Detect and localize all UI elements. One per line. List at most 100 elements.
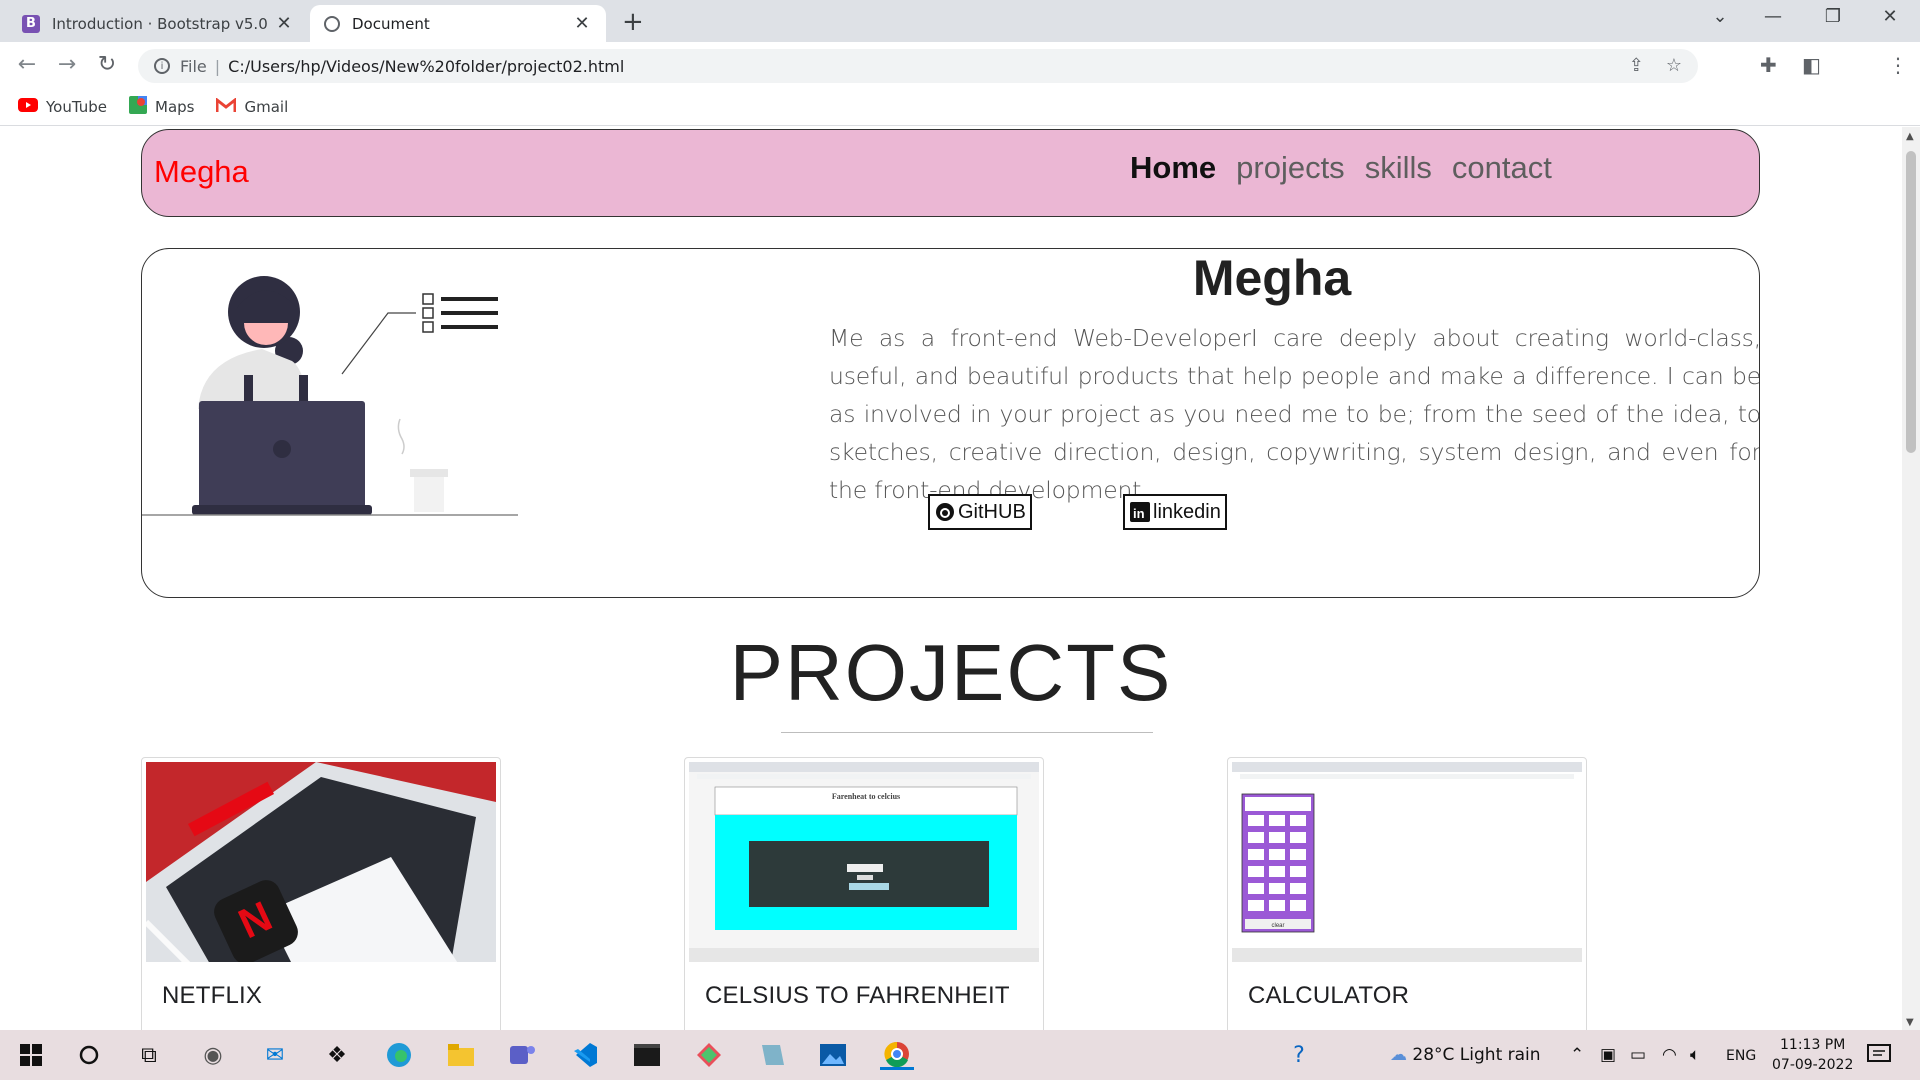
close-icon[interactable]: ✕: [572, 13, 592, 34]
menu-icon[interactable]: ⋮: [1888, 53, 1908, 77]
nav-skills[interactable]: skills: [1365, 150, 1432, 186]
hero-name: Megha: [1192, 250, 1352, 306]
calculator-key: [1290, 849, 1306, 860]
battery-icon[interactable]: ▭: [1630, 1045, 1646, 1065]
clock-time: 11:13 PM: [1780, 1037, 1846, 1053]
brand-logo[interactable]: Megha: [154, 154, 249, 190]
developer-illustration: [142, 276, 518, 516]
calculator-key: [1269, 832, 1285, 843]
calculator-key: [1248, 832, 1264, 843]
side-panel-icon[interactable]: ◧: [1802, 53, 1821, 77]
scrollbar-thumb[interactable]: [1906, 151, 1916, 453]
celsius-thumbnail: Farenheat to celcius: [689, 762, 1039, 962]
paint-icon[interactable]: [692, 1040, 726, 1070]
new-tab-button[interactable]: +: [622, 7, 644, 37]
calculator-key: [1269, 849, 1285, 860]
terminal-icon[interactable]: [630, 1040, 664, 1070]
nav-home[interactable]: Home: [1130, 150, 1216, 186]
restore-button[interactable]: ❐: [1813, 6, 1853, 27]
divider: [781, 732, 1153, 733]
bookmark-youtube[interactable]: YouTube: [18, 98, 107, 116]
windows-taskbar: ⧉ ◉ ✉ ❖ ? ☁ 28°C Light rain ⌃ ▣ ▭ ◠ 🔈︎ E…: [0, 1030, 1920, 1080]
hero-bio: Me as a front-end Web-DeveloperI care de…: [829, 324, 1760, 504]
project-card-netflix[interactable]: N NETFLIX: [141, 757, 501, 1030]
calculator-key: [1248, 866, 1264, 877]
minimize-button[interactable]: —: [1753, 6, 1793, 27]
vscode-icon[interactable]: [568, 1040, 602, 1070]
back-icon[interactable]: ←: [12, 52, 42, 77]
github-icon: [934, 501, 956, 523]
system-clock[interactable]: 11:13 PM 07-09-2022: [1772, 1035, 1853, 1075]
tab-document[interactable]: Document ✕: [310, 5, 606, 42]
photos-icon[interactable]: [816, 1040, 850, 1070]
camera-app-icon[interactable]: ◉: [196, 1040, 230, 1070]
nav-contact[interactable]: contact: [1452, 150, 1552, 186]
calculator-key: [1248, 815, 1264, 826]
windows-start-icon[interactable]: [14, 1040, 48, 1070]
bookmark-label: Gmail: [244, 98, 289, 116]
page-scrollbar[interactable]: ▲ ▼: [1902, 127, 1920, 1030]
svg-text:in: in: [1133, 506, 1145, 521]
info-icon[interactable]: i: [154, 58, 170, 74]
notification-icon[interactable]: [1862, 1040, 1896, 1070]
calculator-key: [1269, 900, 1285, 911]
help-icon[interactable]: ?: [1282, 1040, 1316, 1070]
bookmark-maps[interactable]: Maps: [129, 96, 194, 118]
project-card-celsius[interactable]: Farenheat to celcius CELSIUS TO FAHRENHE…: [684, 757, 1044, 1030]
chrome-icon[interactable]: [880, 1040, 914, 1070]
hero-section: Megha Me as a front-end Web-DeveloperI c…: [141, 248, 1760, 598]
nav-projects[interactable]: projects: [1236, 150, 1345, 186]
dropbox-icon[interactable]: ❖: [320, 1040, 354, 1070]
calculator-key: [1290, 832, 1306, 843]
address-bar[interactable]: i File | C:/Users/hp/Videos/New%20folder…: [138, 49, 1698, 83]
notepad-icon[interactable]: [754, 1040, 788, 1070]
forward-icon[interactable]: →: [52, 52, 82, 77]
search-icon[interactable]: [72, 1040, 106, 1070]
calculator-key: [1290, 815, 1306, 826]
chevron-up-icon[interactable]: ⌃: [1570, 1045, 1584, 1065]
project-card-calculator[interactable]: clear CALCULATOR: [1227, 757, 1587, 1030]
calculator-key: [1269, 815, 1285, 826]
cloud-rain-icon: ☁: [1390, 1045, 1407, 1065]
globe-icon: [324, 15, 340, 32]
page-viewport: Megha Home projects skills contact Megha…: [0, 127, 1902, 1030]
language-indicator[interactable]: ENG: [1726, 1048, 1756, 1064]
tab-bootstrap[interactable]: B Introduction · Bootstrap v5.0 ✕: [8, 5, 308, 42]
volume-icon[interactable]: 🔈︎: [1690, 1045, 1700, 1065]
meet-now-icon[interactable]: ▣: [1600, 1045, 1616, 1065]
nav-links: Home projects skills contact: [1130, 150, 1552, 186]
scroll-up-icon[interactable]: ▲: [1906, 131, 1914, 142]
tab-title: Document: [352, 14, 430, 33]
url-scheme: File: [180, 56, 207, 76]
maps-icon: [129, 96, 147, 118]
calculator-key: [1248, 849, 1264, 860]
scroll-down-icon[interactable]: ▼: [1906, 1017, 1914, 1028]
toolbar: ← → ↻ i File | C:/Users/hp/Videos/New%20…: [0, 42, 1920, 89]
linkedin-button[interactable]: in linkedin: [1123, 494, 1227, 530]
url-text[interactable]: C:/Users/hp/Videos/New%20folder/project0…: [228, 57, 624, 76]
task-view-icon[interactable]: ⧉: [132, 1040, 166, 1070]
reload-icon[interactable]: ↻: [92, 52, 122, 77]
extensions-icon[interactable]: ✚: [1760, 53, 1777, 77]
mail-icon[interactable]: ✉: [258, 1040, 292, 1070]
bookmark-star-icon[interactable]: ☆: [1666, 55, 1682, 76]
share-icon[interactable]: ⇪: [1629, 55, 1644, 76]
close-icon[interactable]: ✕: [274, 13, 294, 34]
bookmark-label: Maps: [155, 98, 195, 116]
screenshot-heading: Farenheat to celcius: [832, 792, 900, 801]
weather-widget[interactable]: ☁ 28°C Light rain: [1390, 1045, 1541, 1065]
site-navbar: Megha Home projects skills contact: [141, 129, 1760, 217]
edge-icon[interactable]: [382, 1040, 416, 1070]
tab-search-icon[interactable]: ⌄: [1700, 6, 1740, 27]
calculator-key: [1248, 883, 1264, 894]
file-explorer-icon[interactable]: [444, 1040, 478, 1070]
wifi-icon[interactable]: ◠: [1662, 1045, 1677, 1065]
clock-date: 07-09-2022: [1772, 1057, 1854, 1073]
bookmark-gmail[interactable]: Gmail: [215, 96, 289, 117]
bookmarks-bar: YouTube Maps Gmail: [0, 89, 1920, 126]
project-title: NETFLIX: [162, 982, 263, 1009]
teams-icon[interactable]: [506, 1040, 540, 1070]
url-separator: |: [214, 56, 221, 76]
window-close-button[interactable]: ✕: [1870, 6, 1910, 27]
github-button[interactable]: GitHUB: [928, 494, 1032, 530]
